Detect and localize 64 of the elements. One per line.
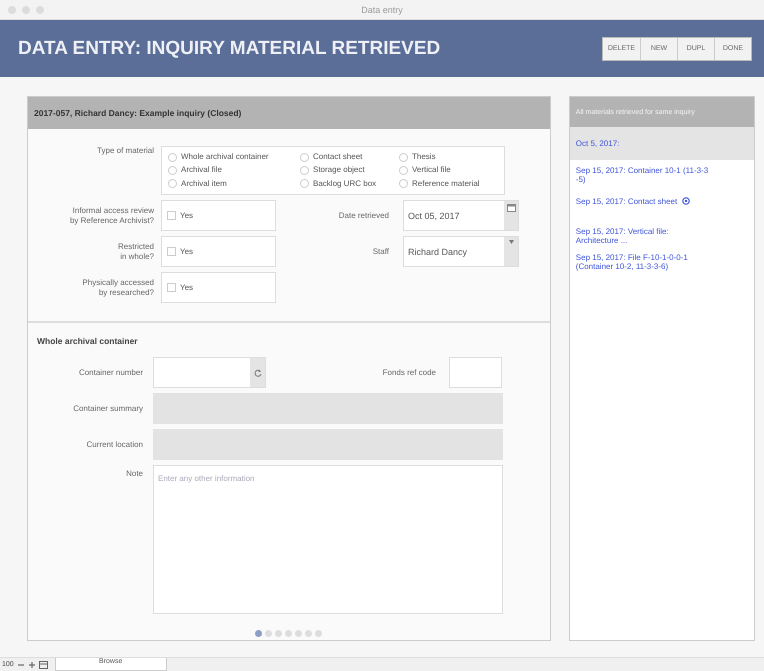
zoom-in-icon (28, 660, 36, 668)
section-title: Whole archival container (36, 336, 139, 346)
option-label: Archival item (181, 178, 227, 190)
checkbox[interactable] (167, 283, 176, 292)
page-dot[interactable] (265, 630, 272, 637)
radio-button[interactable] (399, 152, 408, 162)
checkbox[interactable] (167, 247, 176, 256)
radio-button[interactable] (168, 152, 177, 162)
field-label: Type of material (96, 146, 154, 156)
checkbox-label: Yes (180, 247, 194, 256)
checkbox-label: Yes (180, 283, 194, 292)
option-label: Backlog URC box (313, 178, 376, 190)
radio-button[interactable] (300, 166, 309, 175)
refresh-icon (254, 368, 262, 376)
option-label: Storage object (313, 164, 365, 176)
page-title: DATA ENTRY: INQUIRY MATERIAL RETRIEVED (18, 38, 440, 60)
option-label: Thesis (412, 151, 436, 164)
radio-button[interactable] (300, 179, 309, 188)
field-label: Current location (86, 439, 143, 449)
field-label: Container summary (72, 403, 143, 413)
material-link[interactable]: Sep 15, 2017: File F-10-1-0-0-1 (Container 10-2, 11-3-3-6) (576, 253, 688, 271)
option-label: Vertical file (412, 164, 451, 176)
material-link[interactable]: Sep 15, 2017: Contact sheet (576, 196, 678, 206)
material-link[interactable]: Sep 15, 2017: Container 10-1 (11-3-3 -5) (576, 166, 708, 184)
page-dot[interactable] (315, 630, 322, 637)
field-label: Physically accessed by researched? (81, 277, 154, 298)
page-dot[interactable] (285, 630, 292, 637)
radio-button[interactable] (399, 179, 408, 188)
field-label: Fonds ref code (382, 367, 436, 377)
field-label: Note (125, 468, 143, 478)
calendar-icon (506, 204, 516, 212)
page-dot[interactable] (305, 630, 312, 637)
field-value: Oct 05, 2017 (407, 210, 461, 223)
refresh-button[interactable] (250, 358, 265, 387)
radio-button[interactable] (168, 179, 177, 188)
page-dot[interactable] (295, 630, 302, 637)
page-dot[interactable] (255, 630, 262, 637)
radio-button[interactable] (399, 166, 408, 175)
material-link[interactable]: Sep 15, 2017: Vertical file: Architecture ... (576, 227, 669, 245)
input-field[interactable] (153, 357, 266, 388)
record-title: 2017-057, Richard Dancy: Example inquiry (Closed) (34, 108, 242, 118)
option-label: Whole archival container (181, 151, 269, 164)
option-label: Contact sheet (313, 151, 362, 164)
field-label: Informal access review by Reference Archivist? (68, 205, 154, 226)
checkbox-label: Yes (180, 211, 194, 220)
field-value: Richard Dancy (407, 246, 468, 259)
option-label: Archival file (181, 164, 222, 176)
field-label: Date retrieved (338, 210, 389, 220)
caret-icon (508, 240, 514, 244)
date-link[interactable]: Oct 5, 2017: (576, 139, 620, 148)
option-label: Reference material (412, 178, 480, 190)
dropdown-field[interactable]: Richard Dancy (403, 236, 519, 267)
checkbox[interactable] (167, 211, 176, 220)
note-field[interactable]: Enter any other information (153, 465, 503, 614)
field-label: Container number (78, 367, 143, 377)
layout-icon (38, 660, 48, 668)
field-label: Restricted in whole? (116, 241, 154, 262)
radio-button[interactable] (300, 152, 309, 162)
field-label: Staff (372, 246, 389, 256)
window-title: Data entry (361, 4, 403, 14)
page-dot[interactable] (275, 630, 282, 637)
date-field[interactable]: Oct 05, 2017 (403, 200, 519, 231)
input-field[interactable] (449, 357, 502, 388)
radio-button[interactable] (168, 166, 177, 175)
